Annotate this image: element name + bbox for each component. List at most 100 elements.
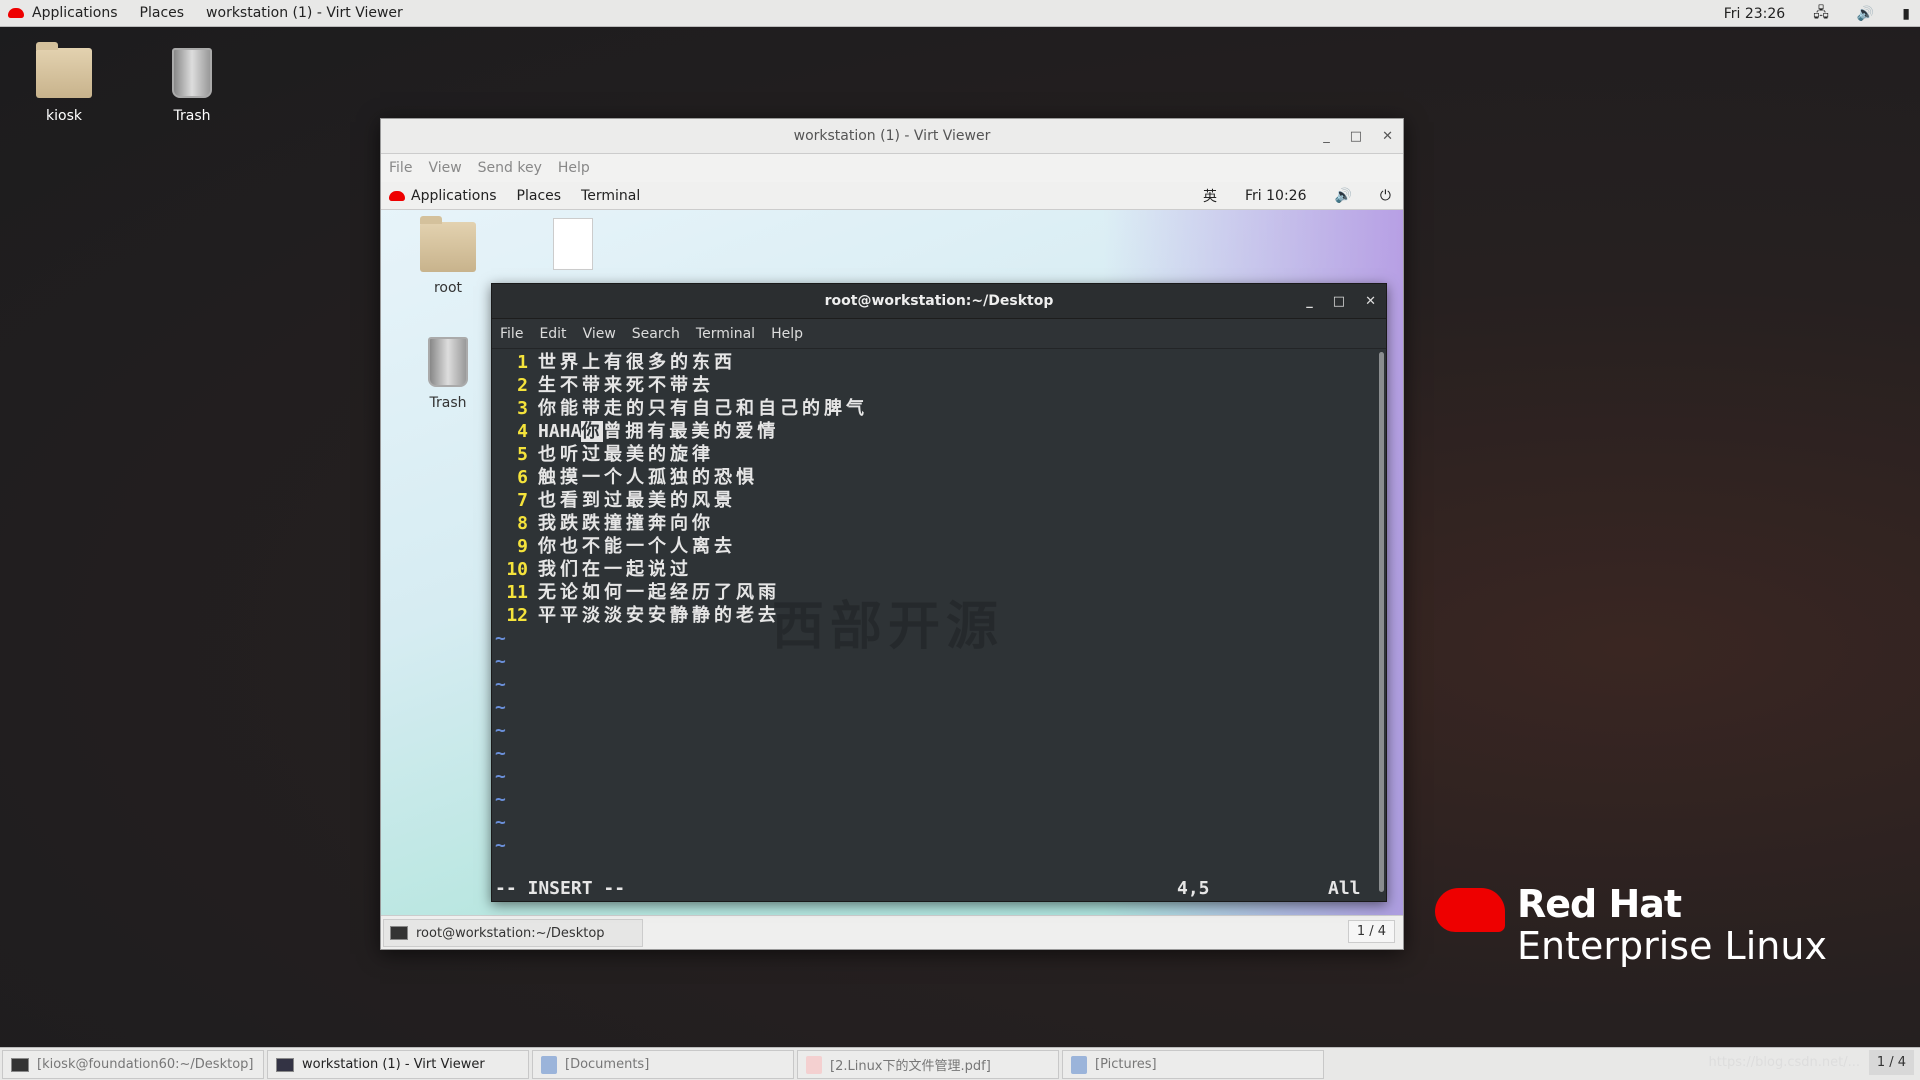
menu-search[interactable]: Search	[632, 326, 680, 342]
menu-file[interactable]: File	[500, 326, 523, 342]
icon-label: root	[433, 280, 463, 296]
line-text: 平平淡淡安安静静的老去	[538, 604, 780, 627]
empty-line-tilde: ~	[495, 651, 506, 672]
guest-places-menu[interactable]: Places	[517, 188, 562, 204]
line-content: 你能带走的只有自己和自己的脾气	[538, 398, 868, 419]
virt-viewer-window: workstation (1) - Virt Viewer _ □ ✕ File V…	[380, 118, 1404, 950]
menu-view[interactable]: View	[583, 326, 616, 342]
taskbar-item-terminal[interactable]: [kiosk@foundation60:~/Desktop]	[2, 1050, 264, 1079]
vim-line: 6 触摸一个人孤独的恐惧	[492, 466, 1386, 489]
vim-line: 12 平平淡淡安安静静的老去	[492, 604, 1386, 627]
icon-label: Trash	[173, 108, 211, 124]
vim-status-line: -- INSERT -- 4,5 All	[492, 877, 1372, 900]
icon-label: Trash	[429, 395, 467, 411]
volume-icon[interactable]: 🔊	[1857, 6, 1874, 22]
taskbar-item-virt-viewer[interactable]: workstation (1) - Virt Viewer	[267, 1050, 529, 1079]
line-text: 我跌跌撞撞奔向你	[538, 512, 714, 535]
taskbar-label: workstation (1) - Virt Viewer	[302, 1057, 485, 1072]
guest-icon-root[interactable]: root	[403, 216, 493, 296]
menu-help[interactable]: Help	[771, 326, 803, 342]
minimize-icon[interactable]: _	[1306, 294, 1313, 309]
empty-line-tilde: ~	[495, 812, 506, 833]
line-content: 平平淡淡安安静静的老去	[538, 605, 780, 626]
active-window-label[interactable]: workstation (1) - Virt Viewer	[206, 5, 403, 21]
line-content: 触摸一个人孤独的恐惧	[538, 467, 758, 488]
empty-line-tilde: ~	[495, 697, 506, 718]
terminal-titlebar[interactable]: root@workstation:~/Desktop _ □ ✕	[492, 284, 1386, 319]
desktop-icon-kiosk[interactable]: kiosk	[19, 42, 109, 124]
places-menu[interactable]: Places	[140, 5, 185, 21]
vim-line: 10 我们在一起说过	[492, 558, 1386, 581]
line-content: 生不带来死不带去	[538, 375, 714, 396]
menubar: File View Send key Help	[381, 154, 1403, 182]
trash-icon	[428, 337, 468, 387]
menu-terminal[interactable]: Terminal	[696, 326, 755, 342]
battery-icon[interactable]: ▮	[1902, 6, 1910, 22]
workspace-pager[interactable]: 1 / 4	[1868, 1050, 1914, 1075]
maximize-icon[interactable]: □	[1333, 294, 1345, 309]
workspace-pager[interactable]: 1 / 4	[1347, 920, 1395, 943]
taskbar-label: root@workstation:~/Desktop	[416, 925, 605, 941]
terminal-menubar: File Edit View Search Terminal Help	[492, 319, 1386, 349]
menu-help[interactable]: Help	[558, 160, 590, 176]
line-text: 触摸一个人孤独的恐惧	[538, 466, 758, 489]
guest-applications-menu[interactable]: Applications	[411, 188, 497, 204]
vim-editor[interactable]: 1 世界上有很多的东西 2 生不带来死不带去 3 你能带走的只有自己和自己的脾气 4 HAHA…	[492, 349, 1386, 857]
close-icon[interactable]: ✕	[1365, 294, 1376, 309]
brand-line1: Red Hat	[1517, 882, 1682, 926]
vim-line: 8 我跌跌撞撞奔向你	[492, 512, 1386, 535]
line-number: 12	[506, 605, 528, 626]
taskbar-label: [kiosk@foundation60:~/Desktop]	[37, 1057, 254, 1072]
line-number: 6	[517, 467, 528, 488]
top-panel: Applications Places workstation (1) - Vi…	[0, 0, 1920, 27]
close-icon[interactable]: ✕	[1382, 129, 1393, 144]
taskbar-item-pdf[interactable]: [2.Linux下的文件管理.pdf]	[797, 1050, 1059, 1079]
network-icon[interactable]: 🖧	[1813, 2, 1829, 26]
line-number: 1	[517, 352, 528, 373]
guest-clock[interactable]: Fri 10:26	[1245, 188, 1306, 204]
desktop-icon-trash[interactable]: Trash	[147, 48, 237, 124]
terminal-icon	[390, 926, 408, 940]
url-watermark: https://blog.csdn.net/...	[1708, 1055, 1860, 1070]
line-content: 无论如何一起经历了风雨	[538, 582, 780, 603]
empty-line-tilde: ~	[495, 789, 506, 810]
window-titlebar[interactable]: workstation (1) - Virt Viewer _ □ ✕	[381, 119, 1403, 154]
text-cursor: 你	[581, 421, 604, 442]
minimize-icon[interactable]: _	[1323, 129, 1330, 144]
line-content: 曾拥有最美的爱情	[603, 421, 780, 442]
power-icon[interactable]: ⏻	[1380, 188, 1391, 204]
menu-file[interactable]: File	[389, 160, 412, 176]
clock[interactable]: Fri 23:26	[1724, 6, 1785, 22]
line-number: 7	[517, 490, 528, 511]
line-text: 也看到过最美的风景	[538, 489, 736, 512]
empty-line-tilde: ~	[495, 628, 506, 649]
guest-taskbar-item-terminal[interactable]: root@workstation:~/Desktop	[383, 919, 643, 947]
guest-display[interactable]: Applications Places Terminal 英 Fri 10:26…	[381, 182, 1403, 949]
volume-icon[interactable]: 🔊	[1334, 188, 1351, 204]
line-number: 2	[517, 375, 528, 396]
pdf-icon	[806, 1055, 822, 1074]
taskbar-label: [2.Linux下的文件管理.pdf]	[830, 1059, 991, 1074]
terminal-window: root@workstation:~/Desktop _ □ ✕ File Edit…	[491, 283, 1387, 902]
line-number: 5	[517, 444, 528, 465]
taskbar-item-documents[interactable]: [Documents]	[532, 1050, 794, 1079]
line-content: 我跌跌撞撞奔向你	[538, 513, 714, 534]
input-method-indicator[interactable]: 英	[1203, 186, 1217, 206]
guest-terminal-menu[interactable]: Terminal	[581, 188, 640, 204]
menu-send-key[interactable]: Send key	[478, 160, 542, 176]
guest-icon-trash[interactable]: Trash	[403, 337, 493, 411]
scrollbar[interactable]	[1379, 352, 1384, 892]
folder-icon	[541, 1055, 557, 1074]
menu-view[interactable]: View	[428, 160, 461, 176]
applications-menu[interactable]: Applications	[32, 5, 118, 21]
trash-icon	[172, 48, 212, 98]
taskbar-label: [Documents]	[565, 1057, 650, 1072]
taskbar-item-pictures[interactable]: [Pictures]	[1062, 1050, 1324, 1079]
menu-edit[interactable]: Edit	[539, 326, 566, 342]
guest-taskbar: root@workstation:~/Desktop 1 / 4	[381, 915, 1403, 949]
document-icon[interactable]	[553, 218, 593, 270]
redhat-hat-icon	[1435, 888, 1505, 932]
line-content: 也听过最美的旋律	[538, 444, 714, 465]
line-text: 世界上有很多的东西	[538, 351, 736, 374]
maximize-icon[interactable]: □	[1350, 129, 1362, 144]
